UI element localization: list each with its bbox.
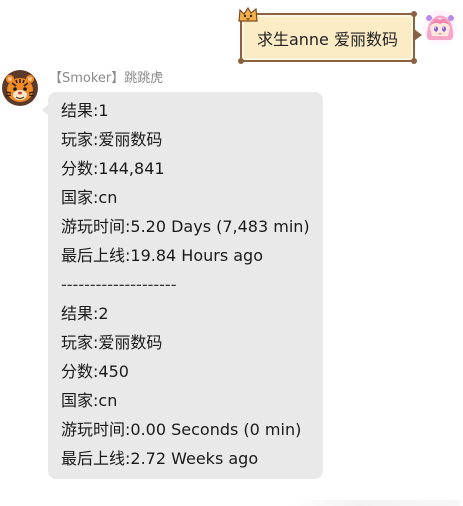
message-separator: -------------------- — [61, 275, 177, 294]
message-line: 国家:cn — [61, 188, 118, 207]
bottom-divider — [290, 500, 460, 506]
message-line: 玩家:爱丽数码 — [61, 130, 163, 149]
bubble-tail — [414, 29, 422, 41]
bubble-corner-ornament — [411, 58, 417, 64]
outgoing-message-text: 求生anne 爱丽数码 — [256, 30, 398, 49]
self-avatar[interactable] — [423, 10, 457, 44]
bubble-corner-ornament — [237, 58, 244, 64]
chat-window: 求生anne 爱丽数码 【Smoker】跳跳虎 结果:1 玩家:爱丽数码 分数:… — [0, 0, 463, 506]
message-line: 分数:450 — [61, 362, 129, 381]
message-line: 游玩时间:0.00 Seconds (0 min) — [61, 420, 302, 439]
outgoing-message-row: 求生anne 爱丽数码 — [237, 6, 457, 64]
message-line: 玩家:爱丽数码 — [61, 333, 163, 352]
message-line: 国家:cn — [61, 391, 118, 410]
message-line: 游玩时间:5.20 Days (7,483 min) — [61, 217, 310, 236]
incoming-message-column: 【Smoker】跳跳虎 结果:1 玩家:爱丽数码 分数:144,841 国家:c… — [42, 70, 323, 479]
outgoing-message-bubble[interactable]: 求生anne 爱丽数码 — [237, 6, 422, 64]
sender-name[interactable]: 【Smoker】跳跳虎 — [49, 70, 323, 88]
incoming-message-bubble[interactable]: 结果:1 玩家:爱丽数码 分数:144,841 国家:cn 游玩时间:5.20 … — [42, 92, 323, 479]
tiger-avatar-icon — [2, 70, 38, 106]
message-line: 分数:144,841 — [61, 159, 165, 178]
message-line: 结果:1 — [61, 101, 109, 120]
message-line: 结果:2 — [61, 304, 109, 323]
message-line: 最后上线:2.72 Weeks ago — [61, 449, 259, 468]
incoming-message-row: 【Smoker】跳跳虎 结果:1 玩家:爱丽数码 分数:144,841 国家:c… — [2, 70, 323, 479]
cat-sticker-icon — [238, 6, 258, 22]
sender-avatar[interactable] — [2, 70, 38, 106]
message-line: 最后上线:19.84 Hours ago — [61, 246, 263, 265]
anime-girl-avatar-icon — [423, 10, 457, 44]
bubble-corner-ornament — [411, 11, 417, 17]
